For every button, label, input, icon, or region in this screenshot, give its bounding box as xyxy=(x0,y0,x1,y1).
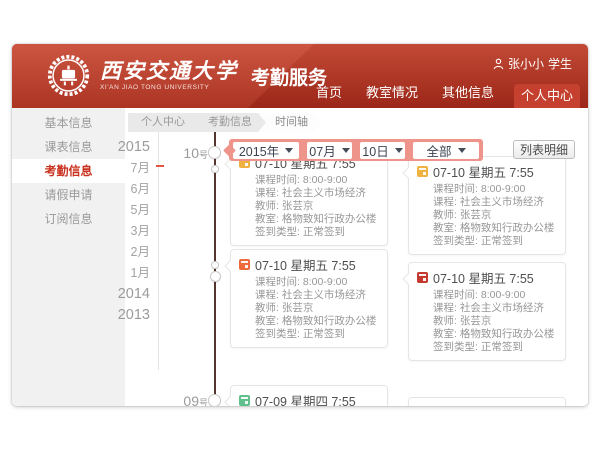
card-field: 课程时间:8:00-9:00 xyxy=(417,183,557,196)
axis-year-2014[interactable]: 2014 xyxy=(108,284,150,305)
axis-year-2015[interactable]: 2015 xyxy=(108,137,150,158)
crumb-attendance-info[interactable]: 考勤信息 xyxy=(191,113,266,132)
signin-status-calendar-icon xyxy=(417,272,428,283)
card-field: 教室:格物致知行政办公楼 xyxy=(417,328,557,341)
day-marker: 10号 xyxy=(162,145,208,163)
card-field: 教师:张芸京 xyxy=(239,302,379,315)
timeline-node xyxy=(211,261,219,269)
signin-status-calendar-icon xyxy=(417,166,428,177)
card-field: 签到类型:正常签到 xyxy=(417,235,557,248)
university-name-cn: 西安交通大学 xyxy=(100,60,238,81)
attendance-card[interactable]: 07-10 星期五 7:55 课程时间:8:00-9:00 课程:社会主义市场经… xyxy=(408,262,566,361)
card-pointer xyxy=(224,260,235,271)
card-field: 教师:张芸京 xyxy=(417,209,557,222)
card-title: 07-10 星期五 7:55 xyxy=(255,255,356,274)
university-emblem-icon xyxy=(46,53,91,98)
user-role: 学生 xyxy=(548,55,572,72)
timeline-node xyxy=(211,165,219,173)
attendance-card[interactable]: 07-10 星期五 7:55 课程时间:8:00-9:00 课程:社会主义市场经… xyxy=(230,249,388,348)
chevron-down-icon xyxy=(458,148,466,153)
nav-item-personal-center[interactable]: 个人中心 xyxy=(514,84,580,108)
card-field: 教师:张芸京 xyxy=(239,200,379,213)
person-icon xyxy=(493,58,504,70)
axis-month-6[interactable]: 6月 xyxy=(108,179,150,200)
axis-separator xyxy=(158,132,159,370)
sidebar-item-basic-info[interactable]: 基本信息 xyxy=(12,111,125,135)
date-filter-bar: 2015年 07月 10日 全部 xyxy=(229,139,483,161)
nav-item-classroom-status[interactable]: 教室情况 xyxy=(354,82,430,108)
attendance-card[interactable]: 07-09 星期四 7:55 课程时间:8:00-9:00 课程:社会主义市场经… xyxy=(408,397,566,406)
axis-month-7[interactable]: 7月 xyxy=(108,158,150,179)
content-area: 基本信息课表信息考勤信息请假申请订阅信息 个人中心考勤信息时间轴 20157月6… xyxy=(12,108,588,406)
card-field: 教室:格物致知行政办公楼 xyxy=(239,315,379,328)
card-title: 07-10 星期五 7:55 xyxy=(433,268,534,287)
card-title: 07-09 星期四 7:55 xyxy=(255,391,356,406)
timeline-axis: 20157月6月5月3月2月1月20142013 xyxy=(108,137,154,326)
card-field: 签到类型:正常签到 xyxy=(417,341,557,354)
card-field: 课程:社会主义市场经济 xyxy=(417,302,557,315)
card-pointer xyxy=(224,396,235,406)
signin-status-calendar-icon xyxy=(239,395,250,406)
type-dropdown[interactable]: 全部 xyxy=(413,142,479,159)
day-marker: 09号 xyxy=(162,393,208,406)
card-field: 课程:社会主义市场经济 xyxy=(239,187,379,200)
chevron-down-icon xyxy=(342,148,350,153)
card-field: 课程时间:8:00-9:00 xyxy=(417,289,557,302)
page: 西安交通大学 XI'AN JIAO TONG UNIVERSITY 考勤服务 张… xyxy=(0,0,600,450)
app-window: 西安交通大学 XI'AN JIAO TONG UNIVERSITY 考勤服务 张… xyxy=(12,44,588,406)
list-detail-button[interactable]: 列表明细 xyxy=(513,140,575,159)
card-field: 教室:格物致知行政办公楼 xyxy=(417,222,557,235)
card-field: 课程时间:8:00-9:00 xyxy=(239,174,379,187)
card-field: 课程:社会主义市场经济 xyxy=(239,289,379,302)
card-field: 教室:格物致知行政办公楼 xyxy=(239,213,379,226)
axis-month-1[interactable]: 1月 xyxy=(108,263,150,284)
timeline-node xyxy=(208,394,221,406)
user-name: 张小小 xyxy=(508,55,544,72)
timeline-node xyxy=(208,146,221,159)
attendance-card[interactable]: 07-09 星期四 7:55 课程时间:8:00-9:00 课程:社会主义市场经… xyxy=(230,385,388,406)
axis-year-2013[interactable]: 2013 xyxy=(108,305,150,326)
signin-status-calendar-icon xyxy=(239,259,250,270)
card-title: 07-10 星期五 7:55 xyxy=(433,162,534,181)
timeline-node xyxy=(210,271,221,282)
nav-item-home[interactable]: 首页 xyxy=(304,82,354,108)
breadcrumb: 个人中心考勤信息时间轴 xyxy=(128,113,322,132)
card-field: 签到类型:正常签到 xyxy=(239,226,379,239)
main-nav: 首页教室情况其他信息个人中心 xyxy=(304,82,580,108)
attendance-card[interactable]: 07-10 星期五 7:55 课程时间:8:00-9:00 课程:社会主义市场经… xyxy=(408,156,566,255)
axis-month-3[interactable]: 3月 xyxy=(108,221,150,242)
timeline-line xyxy=(214,132,216,406)
user-menu[interactable]: 张小小 学生 xyxy=(493,55,572,72)
crumb-personal-center[interactable]: 个人中心 xyxy=(128,113,199,132)
app-header: 西安交通大学 XI'AN JIAO TONG UNIVERSITY 考勤服务 张… xyxy=(12,44,588,108)
year-dropdown[interactable]: 2015年 xyxy=(233,142,299,159)
nav-item-other-info[interactable]: 其他信息 xyxy=(430,82,506,108)
active-month-tick xyxy=(156,165,164,167)
day-dropdown[interactable]: 10日 xyxy=(360,142,405,159)
card-pointer xyxy=(402,273,413,284)
attendance-card[interactable]: 07-10 星期五 7:55 课程时间:8:00-9:00 课程:社会主义市场经… xyxy=(230,147,388,246)
card-field: 课程:社会主义市场经济 xyxy=(417,196,557,209)
card-field: 教师:张芸京 xyxy=(417,315,557,328)
university-name-en: XI'AN JIAO TONG UNIVERSITY xyxy=(100,85,238,92)
axis-month-2[interactable]: 2月 xyxy=(108,242,150,263)
axis-month-5[interactable]: 5月 xyxy=(108,200,150,221)
university-name: 西安交通大学 XI'AN JIAO TONG UNIVERSITY xyxy=(100,60,238,92)
card-field: 课程时间:8:00-9:00 xyxy=(239,276,379,289)
crumb-timeline[interactable]: 时间轴 xyxy=(258,113,322,132)
card-pointer xyxy=(402,167,413,178)
brand: 西安交通大学 XI'AN JIAO TONG UNIVERSITY 考勤服务 xyxy=(46,53,327,98)
card-field: 签到类型:正常签到 xyxy=(239,328,379,341)
chevron-down-icon xyxy=(285,148,293,153)
card-title: 07-09 星期四 7:55 xyxy=(433,403,534,406)
chevron-down-icon xyxy=(395,148,403,153)
month-dropdown[interactable]: 07月 xyxy=(307,142,352,159)
